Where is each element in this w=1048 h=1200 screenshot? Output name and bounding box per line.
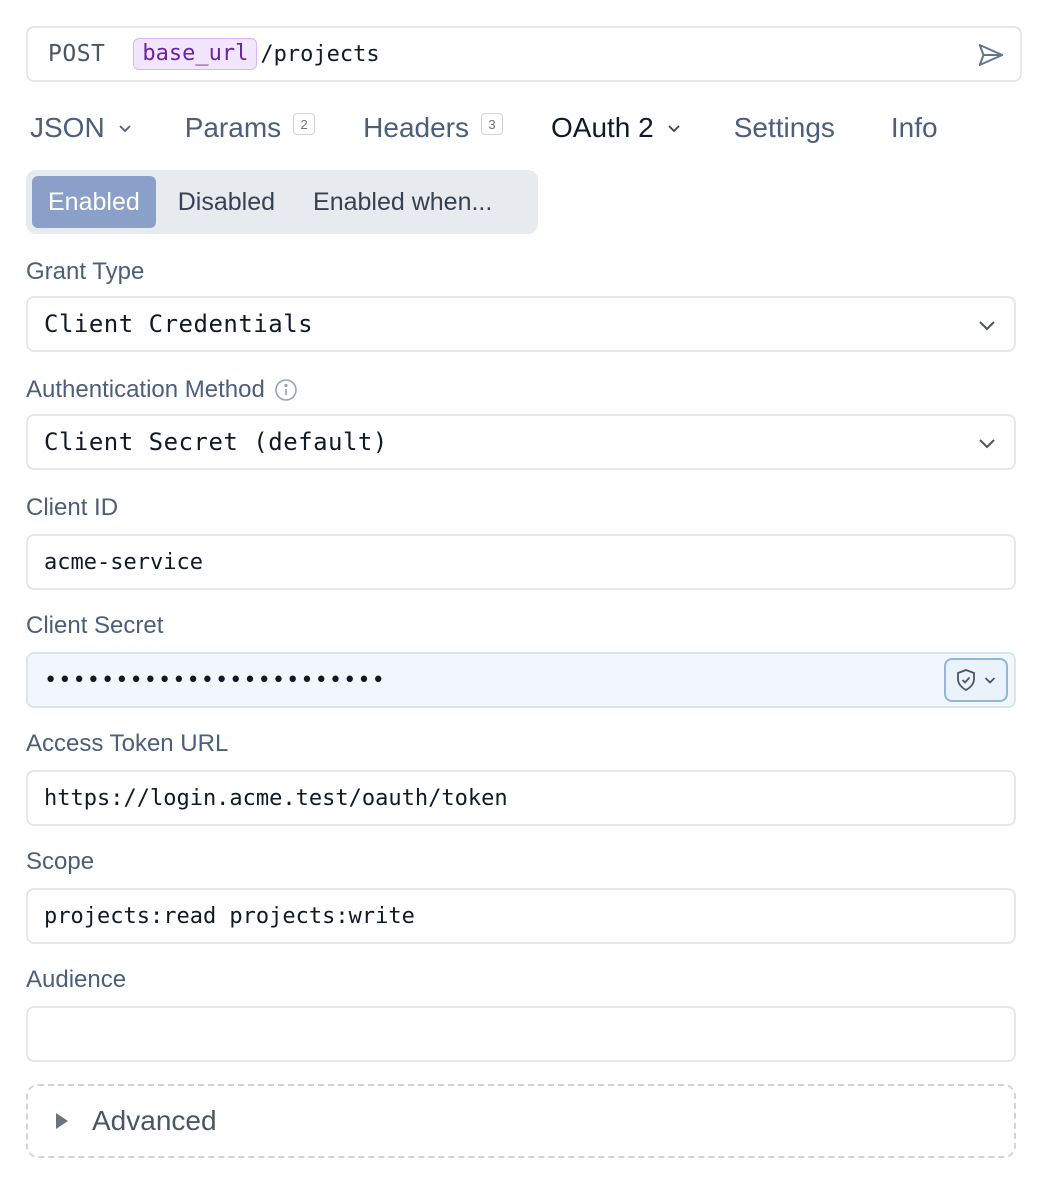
advanced-section-toggle[interactable]: Advanced xyxy=(26,1084,1016,1158)
tab-body-json[interactable]: JSON xyxy=(30,112,133,144)
label-text: Scope xyxy=(26,848,95,875)
url-bar[interactable]: POST base_url /projects xyxy=(26,26,1022,82)
segment-enabled-when[interactable]: Enabled when... xyxy=(297,176,508,228)
tab-settings[interactable]: Settings xyxy=(734,112,835,144)
tab-label: Params xyxy=(184,112,282,143)
request-tabs: JSON Params 2 Headers 3 OAuth 2 Settings… xyxy=(30,108,938,148)
client-secret-label: Client Secret xyxy=(26,612,163,640)
chevron-down-icon xyxy=(979,439,995,449)
client-id-input[interactable]: acme-service xyxy=(26,534,1016,590)
tab-label: JSON xyxy=(30,112,105,143)
tab-headers[interactable]: Headers 3 xyxy=(363,112,503,144)
token-url-input[interactable]: https://login.acme.test/oauth/token xyxy=(26,770,1016,826)
audience-label: Audience xyxy=(26,966,126,994)
grant-type-label: Grant Type xyxy=(26,258,144,286)
auth-state-segmented-control: Enabled Disabled Enabled when... xyxy=(26,170,538,234)
scope-input[interactable]: projects:read projects:write xyxy=(26,888,1016,944)
tab-label: Headers xyxy=(363,112,469,143)
auth-method-select[interactable]: Client Secret (default) xyxy=(26,414,1016,470)
label-text: Authentication Method xyxy=(26,376,265,403)
chevron-down-icon xyxy=(119,125,131,133)
label-text: Access Token URL xyxy=(26,730,229,757)
input-value: https://login.acme.test/oauth/token xyxy=(44,785,508,811)
chevron-down-icon xyxy=(979,321,995,331)
url-variable-chip[interactable]: base_url xyxy=(133,38,258,70)
select-value: Client Secret (default) xyxy=(44,428,388,456)
label-text: Grant Type xyxy=(26,258,145,285)
info-icon[interactable] xyxy=(273,377,299,403)
label-text: Audience xyxy=(26,966,127,993)
client-secret-input[interactable]: •••••••••••••••••••••••• xyxy=(26,652,1016,708)
input-value: acme-service xyxy=(44,549,203,575)
input-value: projects:read projects:write xyxy=(44,903,415,929)
label-text: Client Secret xyxy=(26,612,164,639)
tab-label: OAuth 2 xyxy=(551,112,654,143)
tab-label: Settings xyxy=(733,112,835,143)
send-icon[interactable] xyxy=(976,40,1006,70)
chevron-down-icon xyxy=(668,125,680,133)
caret-right-icon xyxy=(56,1113,68,1129)
scope-label: Scope xyxy=(26,848,94,876)
headers-count-badge: 3 xyxy=(481,113,503,135)
shield-check-icon xyxy=(957,669,975,692)
segment-enabled[interactable]: Enabled xyxy=(32,176,156,228)
label-text: Client ID xyxy=(26,494,119,521)
token-url-label: Access Token URL xyxy=(26,730,228,758)
url-path[interactable]: /projects xyxy=(260,42,379,67)
segment-disabled[interactable]: Disabled xyxy=(162,176,291,228)
select-value: Client Credentials xyxy=(44,310,314,338)
client-id-label: Client ID xyxy=(26,494,118,522)
audience-input[interactable] xyxy=(26,1006,1016,1062)
tab-info[interactable]: Info xyxy=(891,112,938,144)
tab-label: Info xyxy=(890,112,938,143)
params-count-badge: 2 xyxy=(293,113,316,135)
chevron-down-icon xyxy=(984,677,996,684)
masked-secret-value: •••••••••••••••••••••••• xyxy=(44,667,386,693)
auth-method-label: Authentication Method xyxy=(26,376,299,404)
advanced-label: Advanced xyxy=(92,1105,217,1136)
http-method[interactable]: POST xyxy=(48,41,105,67)
secret-vault-button[interactable] xyxy=(944,658,1008,702)
grant-type-select[interactable]: Client Credentials xyxy=(26,296,1016,352)
tab-params[interactable]: Params 2 xyxy=(184,112,316,144)
tab-auth-oauth2[interactable]: OAuth 2 xyxy=(551,112,682,144)
